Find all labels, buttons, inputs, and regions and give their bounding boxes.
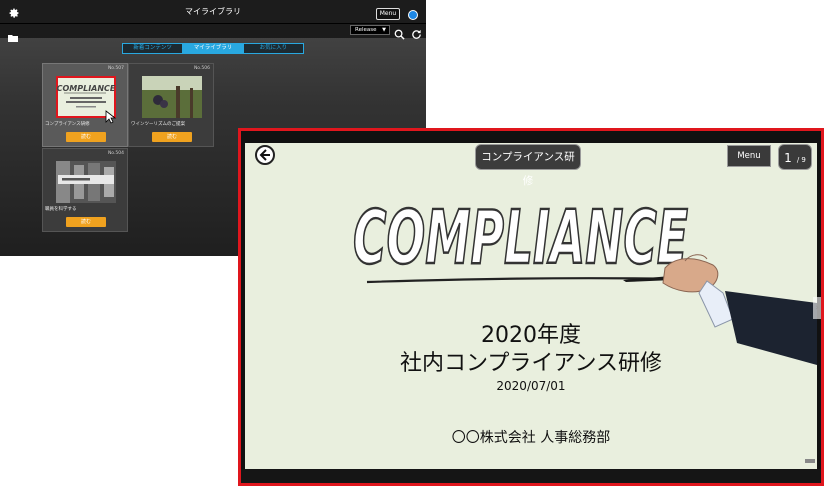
release-select[interactable]: Release ▼ (350, 25, 390, 35)
slide-date: 2020/07/01 (496, 379, 566, 393)
refresh-icon[interactable] (411, 25, 422, 44)
scroll-indicator (805, 459, 815, 463)
library-toolbar: Release ▼ (0, 24, 426, 42)
svg-text:COMPLIANCE: COMPLIANCE (353, 195, 688, 281)
card-thumbnail-staff[interactable] (56, 161, 116, 203)
chevron-down-icon: ▼ (382, 27, 386, 33)
slide-department: 〇〇株式会社 人事総務部 (451, 430, 611, 446)
library-title: マイライブラリ (185, 7, 241, 16)
folder-icon[interactable] (8, 27, 18, 46)
tab-my-library[interactable]: マイライブラリ (183, 44, 244, 53)
card-thumbnail-wine[interactable] (142, 76, 202, 118)
read-button[interactable]: 読む (152, 132, 192, 142)
card-number: No.507 (107, 66, 124, 71)
content-card-compliance[interactable]: No.507 COMPLIANCE コンプライアンス研修 読む (42, 63, 128, 147)
current-page: 1 (784, 151, 792, 165)
read-button[interactable]: 読む (66, 132, 106, 142)
user-icon[interactable] (408, 10, 418, 20)
card-number: No.506 (193, 66, 210, 71)
next-page-button[interactable]: › (813, 297, 821, 319)
viewer-menu-button[interactable]: Menu (727, 145, 771, 167)
read-button[interactable]: 読む (66, 217, 106, 227)
back-button[interactable] (255, 145, 275, 165)
svg-text:COMPLIANCE: COMPLIANCE (57, 84, 116, 93)
search-icon[interactable] (394, 25, 405, 44)
viewer-bottom-bar (241, 469, 821, 483)
chevron-right-icon: › (815, 303, 819, 313)
content-card-wine[interactable]: No.506 ワインツーリズムのご提案 読む (128, 63, 214, 147)
library-tabs: 新着コンテンツ マイライブラリ お気に入り (122, 43, 304, 54)
total-pages: / 9 (796, 156, 806, 164)
tab-new-content[interactable]: 新着コンテンツ (123, 44, 184, 53)
content-card-staff[interactable]: No.504 職員を科学する 読む (42, 148, 128, 232)
arrow-left-icon (259, 149, 270, 161)
deck-title: コンプライアンス研修 (475, 144, 581, 187)
tab-favorites[interactable]: お気に入り (243, 44, 303, 53)
card-number: No.504 (107, 151, 124, 156)
library-header: マイライブラリ Menu (0, 0, 426, 24)
presentation-viewer: COMPLIANCE 2020年度 社内コンプライアンス研修 2020/07/0… (238, 128, 824, 486)
cursor-icon (105, 110, 117, 124)
release-select-value: Release (355, 27, 377, 33)
page-indicator: 1 / 9 (778, 144, 812, 170)
card-label: コンプライアンス研修 (45, 122, 90, 127)
library-menu-button[interactable]: Menu (376, 8, 400, 20)
slide-course-title: 社内コンプライアンス研修 (399, 351, 663, 376)
card-label: ワインツーリズムのご提案 (131, 122, 185, 127)
card-label: 職員を科学する (45, 207, 77, 212)
